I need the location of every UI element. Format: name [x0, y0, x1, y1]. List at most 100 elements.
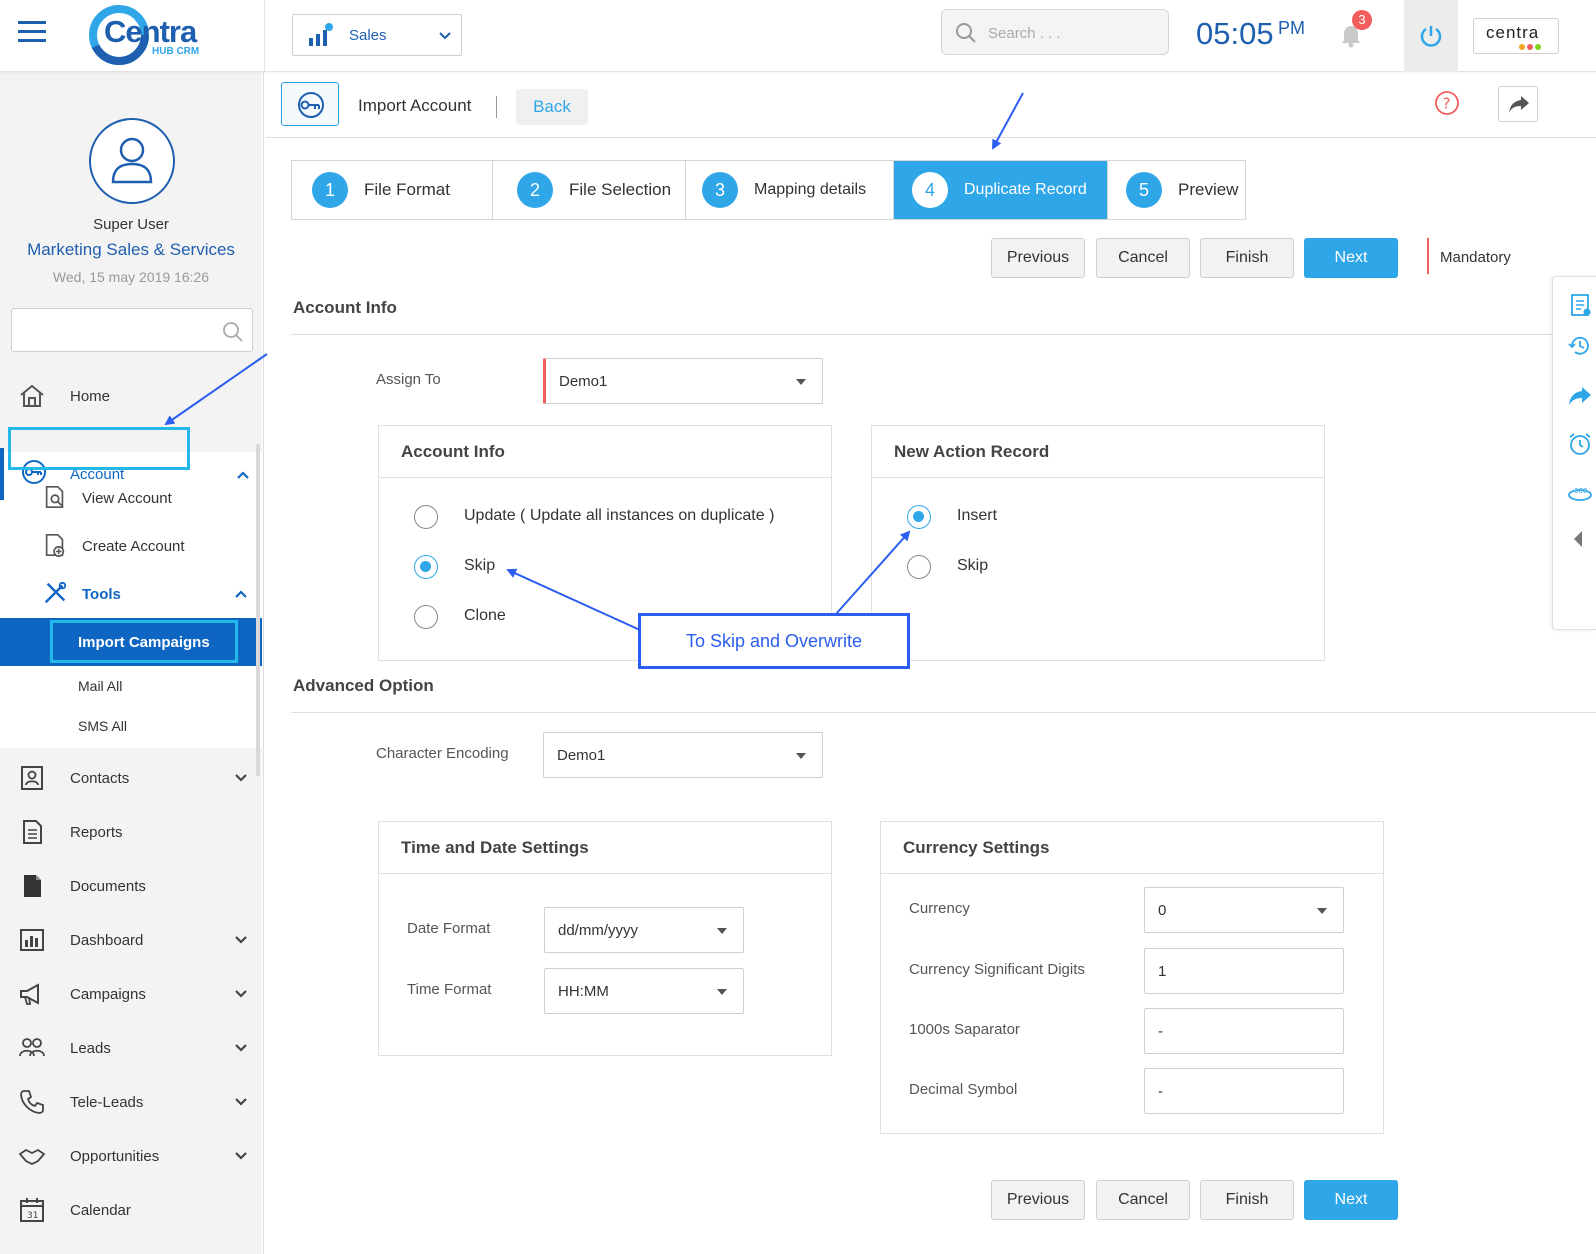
chevron-up-icon: [235, 590, 247, 598]
time-format-select[interactable]: HH:MM: [544, 968, 744, 1014]
tools-icon: [44, 581, 67, 604]
sidebar-search-input[interactable]: [11, 308, 253, 352]
previous-button-bottom[interactable]: Previous: [991, 1180, 1085, 1220]
previous-button[interactable]: Previous: [991, 238, 1085, 278]
finish-button[interactable]: Finish: [1200, 238, 1294, 278]
history-icon[interactable]: [1567, 333, 1593, 359]
user-name: Super User: [93, 216, 169, 233]
finish-button-bottom[interactable]: Finish: [1200, 1180, 1294, 1220]
module-select[interactable]: Sales: [292, 14, 462, 56]
radio-update[interactable]: [414, 505, 438, 529]
sidebar-item-label: Tools: [82, 585, 121, 603]
power-button[interactable]: [1404, 0, 1458, 72]
annotation-callout-text: To Skip and Overwrite: [685, 630, 863, 651]
brand-logo[interactable]: Centra HUB CRM: [88, 4, 218, 66]
character-encoding-select[interactable]: Demo1: [543, 732, 823, 778]
step-label: Preview: [1178, 180, 1239, 199]
step-file-selection[interactable]: 2 File Selection: [493, 161, 686, 219]
sidebar-item-leads[interactable]: Leads: [0, 1021, 262, 1075]
sidebar-item-dashboard[interactable]: Dashboard: [0, 913, 262, 967]
reports-icon: [23, 820, 42, 844]
sidebar-item-campaigns[interactable]: Campaigns: [0, 967, 262, 1021]
page-key-button[interactable]: [281, 82, 339, 126]
step-mapping-details[interactable]: 3 Mapping details: [686, 161, 894, 219]
megaphone-icon: [20, 983, 39, 1005]
alarm-icon[interactable]: [1567, 431, 1593, 457]
cancel-button[interactable]: Cancel: [1096, 238, 1190, 278]
sidebar-item-reports[interactable]: Reports: [0, 805, 262, 859]
caret-down-icon: [1317, 908, 1327, 914]
sidebar-item-label: Contacts: [70, 769, 130, 787]
radio-insert[interactable]: [907, 505, 931, 529]
sidebar-item-view-account[interactable]: View Account: [0, 474, 262, 522]
svg-text:31: 31: [27, 1211, 38, 1221]
search-input[interactable]: Search . . .: [988, 25, 1061, 42]
help-icon[interactable]: ?: [1434, 90, 1460, 116]
sidebar-item-documents[interactable]: Documents: [0, 859, 262, 913]
currency-label: Currency: [909, 900, 970, 917]
sidebar-item-sms-all[interactable]: SMS All: [0, 706, 262, 746]
step-number: 3: [702, 172, 738, 208]
notifications-button[interactable]: 3: [1336, 10, 1376, 54]
forward-icon[interactable]: [1567, 383, 1593, 409]
radio-insert-label: Insert: [957, 507, 998, 524]
user-org: Marketing Sales & Services: [27, 240, 235, 259]
radio-new-skip[interactable]: [907, 555, 931, 579]
radio-update-label: Update ( Update all instances on duplica…: [464, 507, 775, 524]
date-format-select[interactable]: dd/mm/yyyy: [544, 907, 744, 953]
clock-suffix: PM: [1278, 18, 1306, 38]
mandatory-marker: [1427, 238, 1429, 274]
sidebar-item-create-account[interactable]: Create Account: [0, 522, 262, 570]
menu-icon[interactable]: [18, 20, 48, 44]
sidebar-item-tools[interactable]: Tools: [0, 570, 262, 618]
advanced-option-section-title: Advanced Option: [293, 676, 434, 695]
cancel-button-bottom[interactable]: Cancel: [1096, 1180, 1190, 1220]
section-divider: [291, 712, 1596, 713]
sidebar-item-opportunities[interactable]: Opportunities: [0, 1129, 262, 1183]
sales-chart-icon: [309, 23, 333, 46]
sidebar-item-tele-leads[interactable]: Tele-Leads: [0, 1075, 262, 1129]
step-label: Mapping details: [754, 181, 867, 198]
assign-to-value: Demo1: [559, 372, 608, 390]
search-box[interactable]: Search . . .: [941, 9, 1169, 55]
sidebar-item-home[interactable]: Home: [0, 369, 262, 423]
step-duplicate-record[interactable]: 4 Duplicate Record: [894, 161, 1108, 219]
leads-icon: [19, 1038, 45, 1057]
currency-select[interactable]: 0: [1144, 887, 1344, 933]
account-highlight-box: [8, 427, 190, 470]
clipboard-icon[interactable]: [1567, 291, 1593, 317]
user-avatar[interactable]: [89, 118, 175, 204]
brand-dots-icon: [1519, 44, 1541, 50]
step-file-format[interactable]: 1 File Format: [292, 161, 493, 219]
time-format-value: HH:MM: [558, 982, 609, 1000]
section-divider: [291, 334, 1596, 335]
back-button[interactable]: Back: [516, 89, 588, 125]
sidebar-item-calendar[interactable]: 31 Calendar: [0, 1183, 262, 1237]
annotation-callout: To Skip and Overwrite: [638, 613, 910, 669]
step-preview[interactable]: 5 Preview: [1108, 161, 1245, 219]
radio-skip[interactable]: [414, 555, 438, 579]
import-highlight-box: [50, 620, 238, 663]
sidebar-item-contacts[interactable]: Contacts: [0, 751, 262, 805]
next-button-bottom[interactable]: Next: [1304, 1180, 1398, 1220]
notification-badge: 3: [1352, 10, 1372, 30]
account-info-panel-title: Account Info: [379, 426, 831, 478]
sidebar-item-label: Documents: [70, 877, 146, 895]
sidebar-item-label: Create Account: [82, 537, 185, 555]
sidebar-scrollbar[interactable]: [256, 444, 260, 776]
mandatory-label: Mandatory: [1440, 249, 1511, 266]
decimal-symbol-input[interactable]: -: [1144, 1068, 1344, 1114]
sidebar-item-mail-all[interactable]: Mail All: [0, 666, 262, 706]
logo-sub: HUB CRM: [152, 46, 200, 57]
collapse-left-icon[interactable]: [1571, 529, 1585, 549]
assign-to-select[interactable]: Demo1: [543, 358, 823, 404]
next-button[interactable]: Next: [1304, 238, 1398, 278]
thousands-separator-input[interactable]: -: [1144, 1008, 1344, 1054]
radio-clone[interactable]: [414, 605, 438, 629]
sidebar-item-label: Tele-Leads: [70, 1093, 144, 1111]
view-360-icon[interactable]: 360: [1567, 481, 1593, 507]
share-button[interactable]: [1498, 86, 1538, 122]
currency-digits-input[interactable]: 1: [1144, 948, 1344, 994]
handshake-icon: [18, 1148, 46, 1166]
create-document-icon: [45, 533, 65, 557]
